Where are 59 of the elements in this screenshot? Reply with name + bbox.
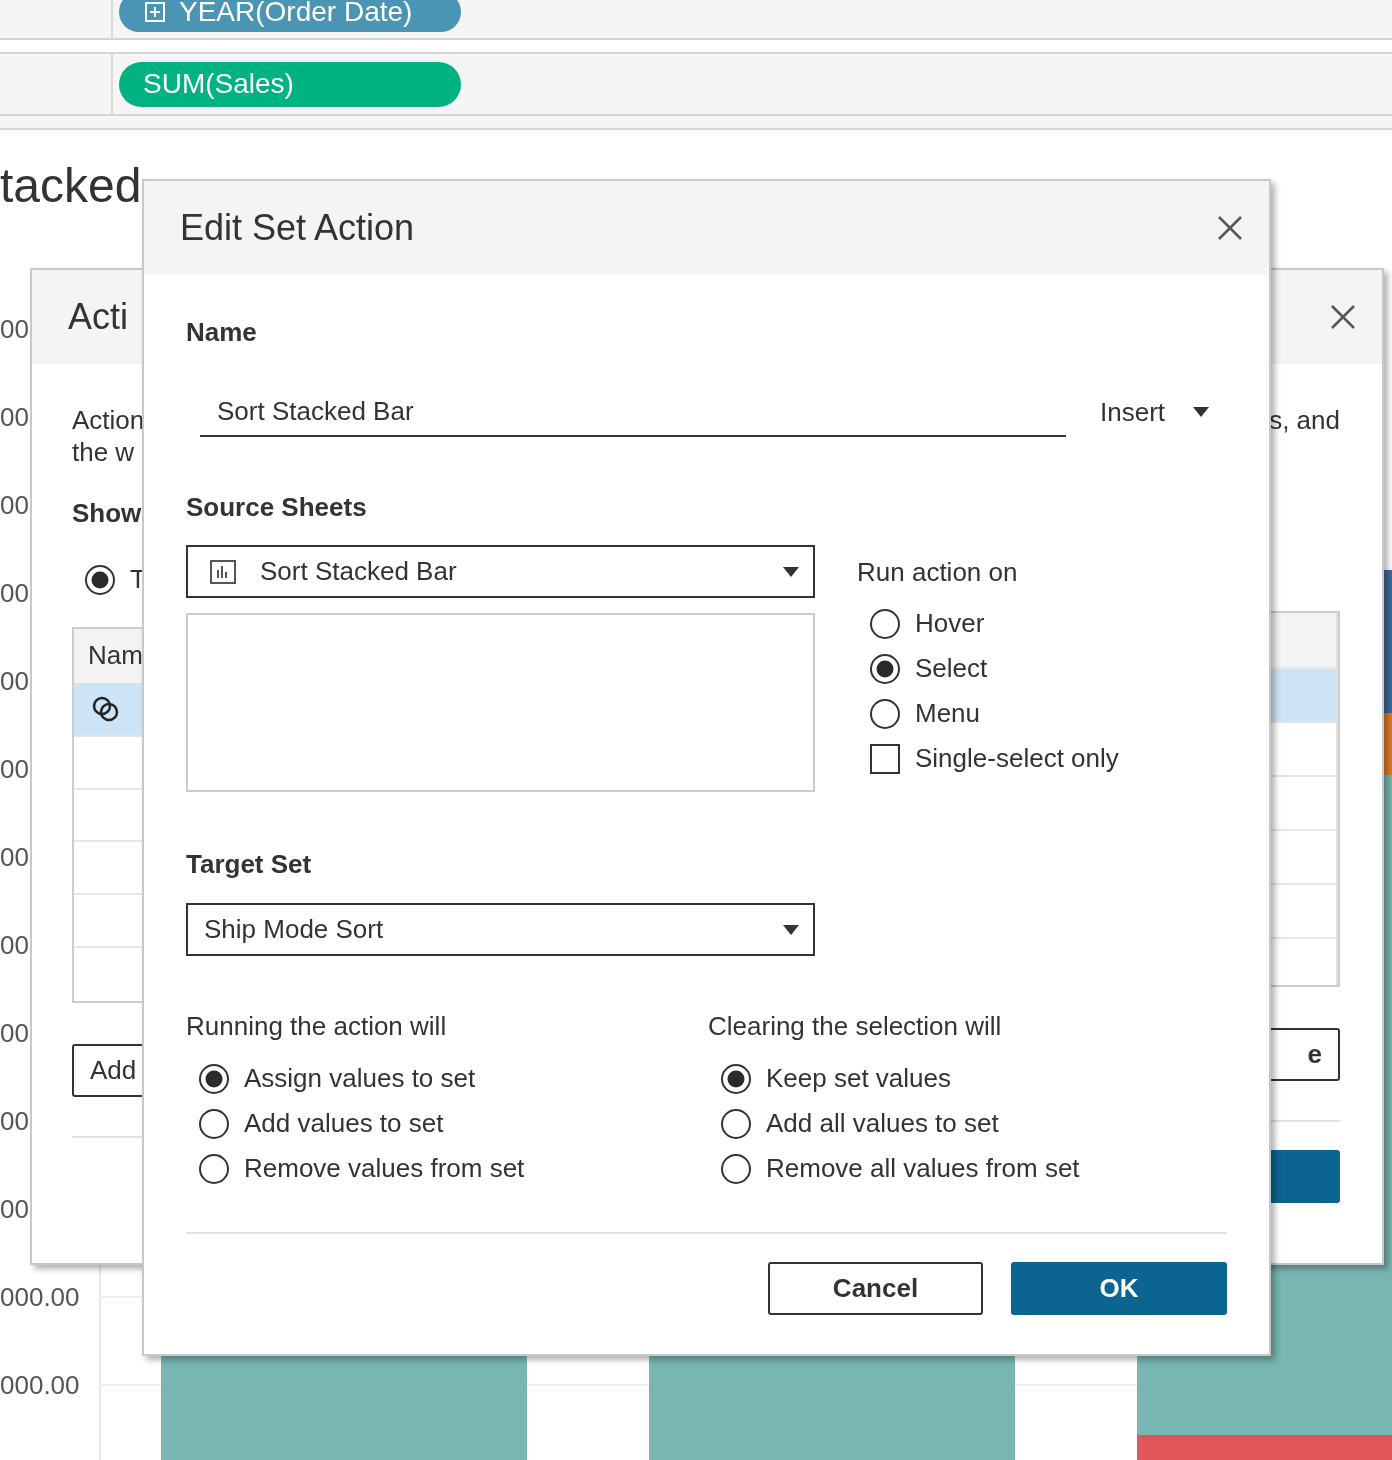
option-label: Single-select only: [915, 743, 1119, 774]
radio-button[interactable]: [199, 1108, 229, 1139]
description-text: Action the w: [72, 404, 145, 468]
group-label: Clearing the selection will: [708, 1011, 1003, 1041]
radio-button[interactable]: [721, 1108, 751, 1139]
caret-icon: [783, 566, 799, 577]
axis-label: 00: [0, 1105, 30, 1138]
source-sheet-select[interactable]: Sort Stacked Bar: [186, 545, 815, 598]
radio-button[interactable]: [199, 1153, 229, 1184]
description-text: s, and: [1269, 404, 1340, 436]
axis-label: 00: [0, 753, 30, 786]
option-label: Menu: [915, 698, 981, 729]
section-heading: Target Set: [186, 849, 312, 879]
group-label: Run action on: [857, 557, 1019, 587]
axis-label: 00: [0, 841, 30, 874]
radio-button[interactable]: [870, 608, 900, 639]
caret-icon: [783, 924, 799, 935]
close-icon: [1217, 215, 1243, 241]
sheet-icon: [210, 559, 236, 584]
option-label: Hover: [915, 608, 985, 639]
option-label: Assign values to set: [244, 1063, 476, 1094]
radio-button[interactable]: [85, 564, 115, 595]
sheet-title: tacked: [0, 158, 142, 214]
close-icon: [1330, 304, 1356, 330]
axis-label: 00: [0, 1193, 30, 1226]
option-label: Add values to set: [244, 1108, 444, 1139]
axis-label: 000.00: [0, 1369, 80, 1402]
axis-label: 00: [0, 489, 30, 522]
close-button[interactable]: [1330, 304, 1356, 330]
radio-button[interactable]: [870, 698, 900, 729]
field-label: Name: [186, 317, 257, 347]
radio-button[interactable]: [721, 1153, 751, 1184]
dialog-title: Edit Set Action: [180, 207, 415, 249]
ok-button[interactable]: OK: [1011, 1262, 1227, 1315]
axis-label: 00: [0, 665, 30, 698]
radio-button[interactable]: [721, 1063, 751, 1094]
axis-label: 00: [0, 577, 30, 610]
radio-button[interactable]: [199, 1063, 229, 1094]
set-action-icon: [92, 696, 120, 723]
section-heading: Source Sheets: [186, 492, 367, 522]
checkbox[interactable]: [870, 743, 900, 774]
option-label: Remove values from set: [244, 1153, 525, 1184]
axis-label: 00: [0, 929, 30, 962]
caret-icon: [1193, 407, 1210, 417]
option-label: Add all values to set: [766, 1108, 999, 1139]
insert-dropdown[interactable]: Insert: [1100, 387, 1210, 437]
radio-button[interactable]: [870, 653, 900, 684]
dialog-title: Acti: [68, 296, 128, 338]
axis-label: 000.00: [0, 1281, 80, 1314]
option-label: Keep set values: [766, 1063, 951, 1094]
group-label: Running the action will: [186, 1011, 448, 1041]
option-label: Remove all values from set: [766, 1153, 1080, 1184]
column-header: Nam: [88, 640, 143, 672]
cancel-button[interactable]: Cancel: [768, 1262, 983, 1315]
target-set-select[interactable]: Ship Mode Sort: [186, 903, 815, 956]
axis-label: 00: [0, 1017, 30, 1050]
section-heading: Show: [72, 498, 142, 528]
option-label: Select: [915, 653, 988, 684]
close-button[interactable]: [1217, 215, 1243, 241]
